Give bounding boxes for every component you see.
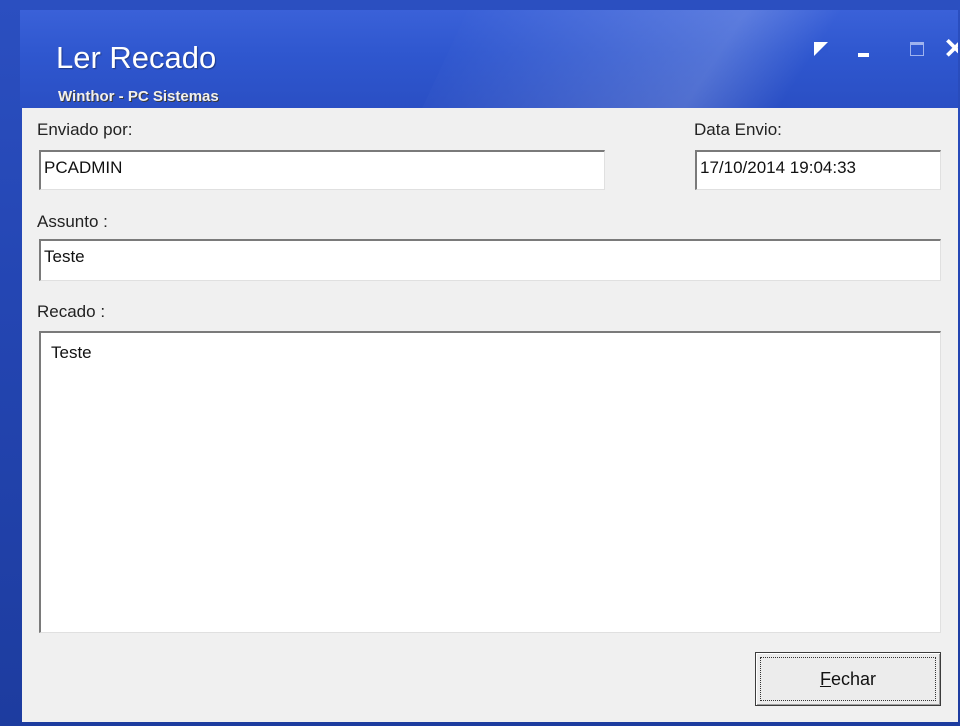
maximize-icon-glyph xyxy=(910,42,924,56)
dialog-body: Enviado por: PCADMIN Data Envio: 17/10/2… xyxy=(22,108,958,722)
restore-icon-glyph xyxy=(814,42,828,56)
minimize-icon[interactable] xyxy=(852,38,874,60)
maximize-icon[interactable] xyxy=(906,38,928,60)
close-icon[interactable]: ✕ xyxy=(943,35,958,63)
subject-field[interactable]: Teste xyxy=(39,239,941,281)
sender-label: Enviado por: xyxy=(37,120,133,139)
message-textarea[interactable]: Teste xyxy=(39,331,941,633)
close-button[interactable]: Fechar xyxy=(755,652,941,706)
window-subtitle: Winthor - PC Sistemas xyxy=(58,88,219,105)
focus-rect xyxy=(760,657,936,701)
message-label: Recado : xyxy=(37,302,106,321)
sender-field[interactable]: PCADMIN xyxy=(39,150,605,190)
minimize-icon-glyph xyxy=(857,53,869,57)
dialog-window: Ler Recado Winthor - PC Sistemas ✕ Envia… xyxy=(0,0,960,726)
restore-icon[interactable] xyxy=(810,38,832,60)
window-title: Ler Recado xyxy=(56,40,217,75)
date-field[interactable]: 17/10/2014 19:04:33 xyxy=(695,150,941,190)
date-label: Data Envio: xyxy=(694,120,782,139)
subject-label: Assunto : xyxy=(37,212,108,231)
title-bar[interactable]: Ler Recado Winthor - PC Sistemas ✕ xyxy=(20,10,958,108)
